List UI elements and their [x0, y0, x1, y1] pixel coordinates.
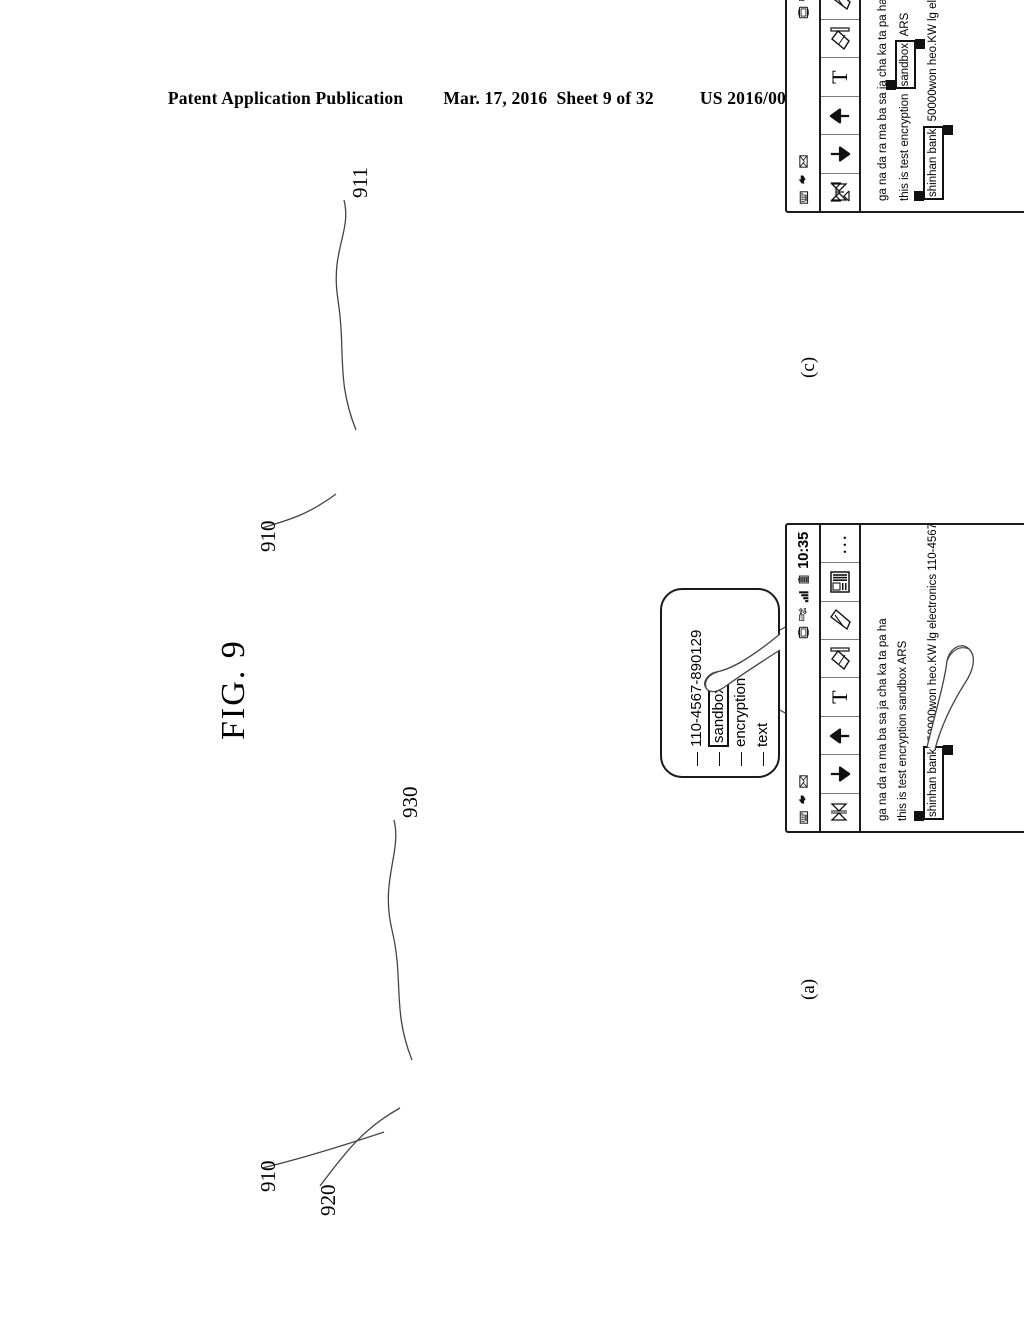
- phone-screen-a: 4G 10:35 T ... ga na da ra ma ba sa ja c…: [785, 523, 1024, 833]
- status-left-icons-a: [797, 775, 810, 824]
- status-left-icons: [797, 155, 810, 204]
- toolbar-pen-button-a[interactable]: [821, 600, 859, 640]
- header-date: Mar. 17, 2016: [443, 88, 548, 108]
- editor-toolbar-a: T ...: [821, 525, 861, 831]
- figure-caption-c: (c): [798, 356, 819, 378]
- svg-text:4G: 4G: [800, 615, 804, 620]
- callout-balloon-b: text encryption sandbox 110-4567-890129: [660, 588, 781, 778]
- redo-arrow-icon: [829, 728, 850, 744]
- pen-icon: [830, 609, 851, 631]
- note-line-2-c: this is test encryption sandbox ARS: [886, 0, 925, 201]
- header-date-sheet: Mar. 17, 2016 Sheet 9 of 32: [443, 88, 654, 109]
- toolbar-text-button[interactable]: T: [821, 57, 859, 96]
- undo-arrow-icon: [830, 146, 851, 162]
- toolbar-text-label: T: [827, 70, 852, 84]
- envelope-icon: [798, 775, 808, 788]
- note-line-2-a: this is test encryption sandbox ARS: [895, 531, 912, 821]
- pen-icon: [830, 0, 851, 11]
- selection-handle-start[interactable]: [914, 811, 924, 821]
- undo-arrow-icon: [830, 766, 851, 782]
- finger-pointer-b: [704, 633, 781, 693]
- shuffle-icon: [830, 803, 848, 821]
- signal-icon: [798, 591, 808, 603]
- toolbar-undo-button-a[interactable]: [821, 754, 859, 793]
- note-line-1-a: ga na da ra ma ba sa ja cha ka ta pa ha: [875, 531, 892, 821]
- figure-title: FIG. 9: [215, 639, 252, 740]
- selection-handle-start[interactable]: [914, 191, 924, 201]
- data-4g-icon: 4G: [797, 607, 807, 621]
- status-right-icons: 4G 10:35: [795, 0, 812, 19]
- status-right-icons-a: 4G 10:35: [795, 532, 812, 639]
- phone-screen-c: 4G 10:35: [785, 0, 1024, 213]
- note-line-1-c: ga na da ra ma ba sa ja cha ka ta pa ha: [875, 0, 892, 201]
- selection-text-sandbox: sandbox: [899, 42, 911, 87]
- ref-number-920: 920: [316, 1184, 340, 1217]
- text-selection-bank-a[interactable]: shinhan bank: [914, 744, 953, 821]
- eraser-icon: [830, 647, 850, 670]
- sync-icon: [798, 795, 806, 804]
- note-line-1-text-c: ga na da ra ma ba sa ja cha ka ta pa ha: [877, 0, 889, 201]
- toolbar-redo-button-a[interactable]: [821, 715, 859, 755]
- sync-icon: [798, 175, 806, 184]
- note-line-2-after-c: ARS: [899, 12, 911, 39]
- shuffle-icon: [830, 182, 850, 202]
- status-bar-c: 4G 10:35: [787, 0, 821, 211]
- toolbar-text-label-a: T: [827, 690, 852, 704]
- header-sheet: Sheet 9 of 32: [556, 88, 654, 108]
- note-body-a[interactable]: ga na da ra ma ba sa ja cha ka ta pa ha …: [861, 525, 1024, 831]
- toolbar-more-button-a[interactable]: ...: [821, 525, 859, 562]
- editor-toolbar-c: T: [821, 0, 861, 211]
- figure-caption-a: (a): [798, 978, 819, 1000]
- toolbar-pen-button[interactable]: [821, 0, 859, 20]
- toolbar-more-label-a: ...: [829, 533, 851, 555]
- layout-icon: [830, 571, 850, 593]
- ref-number-911: 911: [348, 167, 372, 198]
- selection-handle-start[interactable]: [886, 80, 896, 91]
- data-4g-icon: 4G: [798, 0, 804, 1]
- toolbar-eraser-button[interactable]: [821, 19, 859, 58]
- battery-icon: [797, 575, 809, 584]
- ref-number-910-a: 910: [256, 1160, 280, 1193]
- note-line-3-after-c: 50000won heo.KW lg electronics 110-4567-…: [927, 0, 939, 125]
- selection-text-bank: shinhan bank: [927, 128, 939, 197]
- finger-pointer-a: [926, 645, 975, 750]
- status-clock-a: 10:35: [794, 532, 812, 569]
- header-publication: Patent Application Publication: [167, 88, 404, 108]
- text-selection-sandbox-c[interactable]: sandbox: [886, 38, 925, 91]
- toolbar-shuffle-button-a[interactable]: [821, 792, 859, 831]
- eraser-icon: [830, 27, 850, 50]
- toolbar-eraser-button-a[interactable]: [821, 639, 859, 678]
- note-line-2-text-a: this is test encryption sandbox ARS: [897, 640, 909, 821]
- envelope-icon: [798, 155, 808, 168]
- keyboard-icon: [799, 191, 808, 204]
- screenshot-icon: [797, 626, 809, 639]
- toolbar-layout-button-a[interactable]: [821, 562, 859, 601]
- note-line-1-text-a: ga na da ra ma ba sa ja cha ka ta pa ha: [877, 618, 889, 821]
- toolbar-shuffle-button[interactable]: [821, 172, 859, 211]
- toolbar-undo-button[interactable]: [821, 134, 859, 173]
- text-selection-bank-c[interactable]: shinhan bank: [914, 124, 953, 201]
- screenshot-icon: [797, 6, 809, 19]
- redo-arrow-icon: [829, 108, 850, 124]
- toolbar-redo-button[interactable]: [821, 95, 859, 135]
- selection-text-bank-a: shinhan bank: [927, 748, 939, 817]
- note-line-2-before-c: this is test encryption: [899, 90, 911, 201]
- selection-handle-end[interactable]: [943, 124, 953, 135]
- keyboard-icon: [799, 811, 808, 824]
- patent-figure-page: Patent Application Publication Mar. 17, …: [0, 0, 1024, 1320]
- note-line-3-c: shinhan bank 50000won heo.KW lg electron…: [914, 0, 953, 201]
- status-bar-a: 4G 10:35: [787, 525, 821, 831]
- toolbar-text-button-a[interactable]: T: [821, 677, 859, 716]
- ref-number-910-c: 910: [256, 520, 280, 553]
- ref-number-930: 930: [398, 786, 422, 819]
- note-body-c[interactable]: ga na da ra ma ba sa ja cha ka ta pa ha …: [861, 0, 1024, 211]
